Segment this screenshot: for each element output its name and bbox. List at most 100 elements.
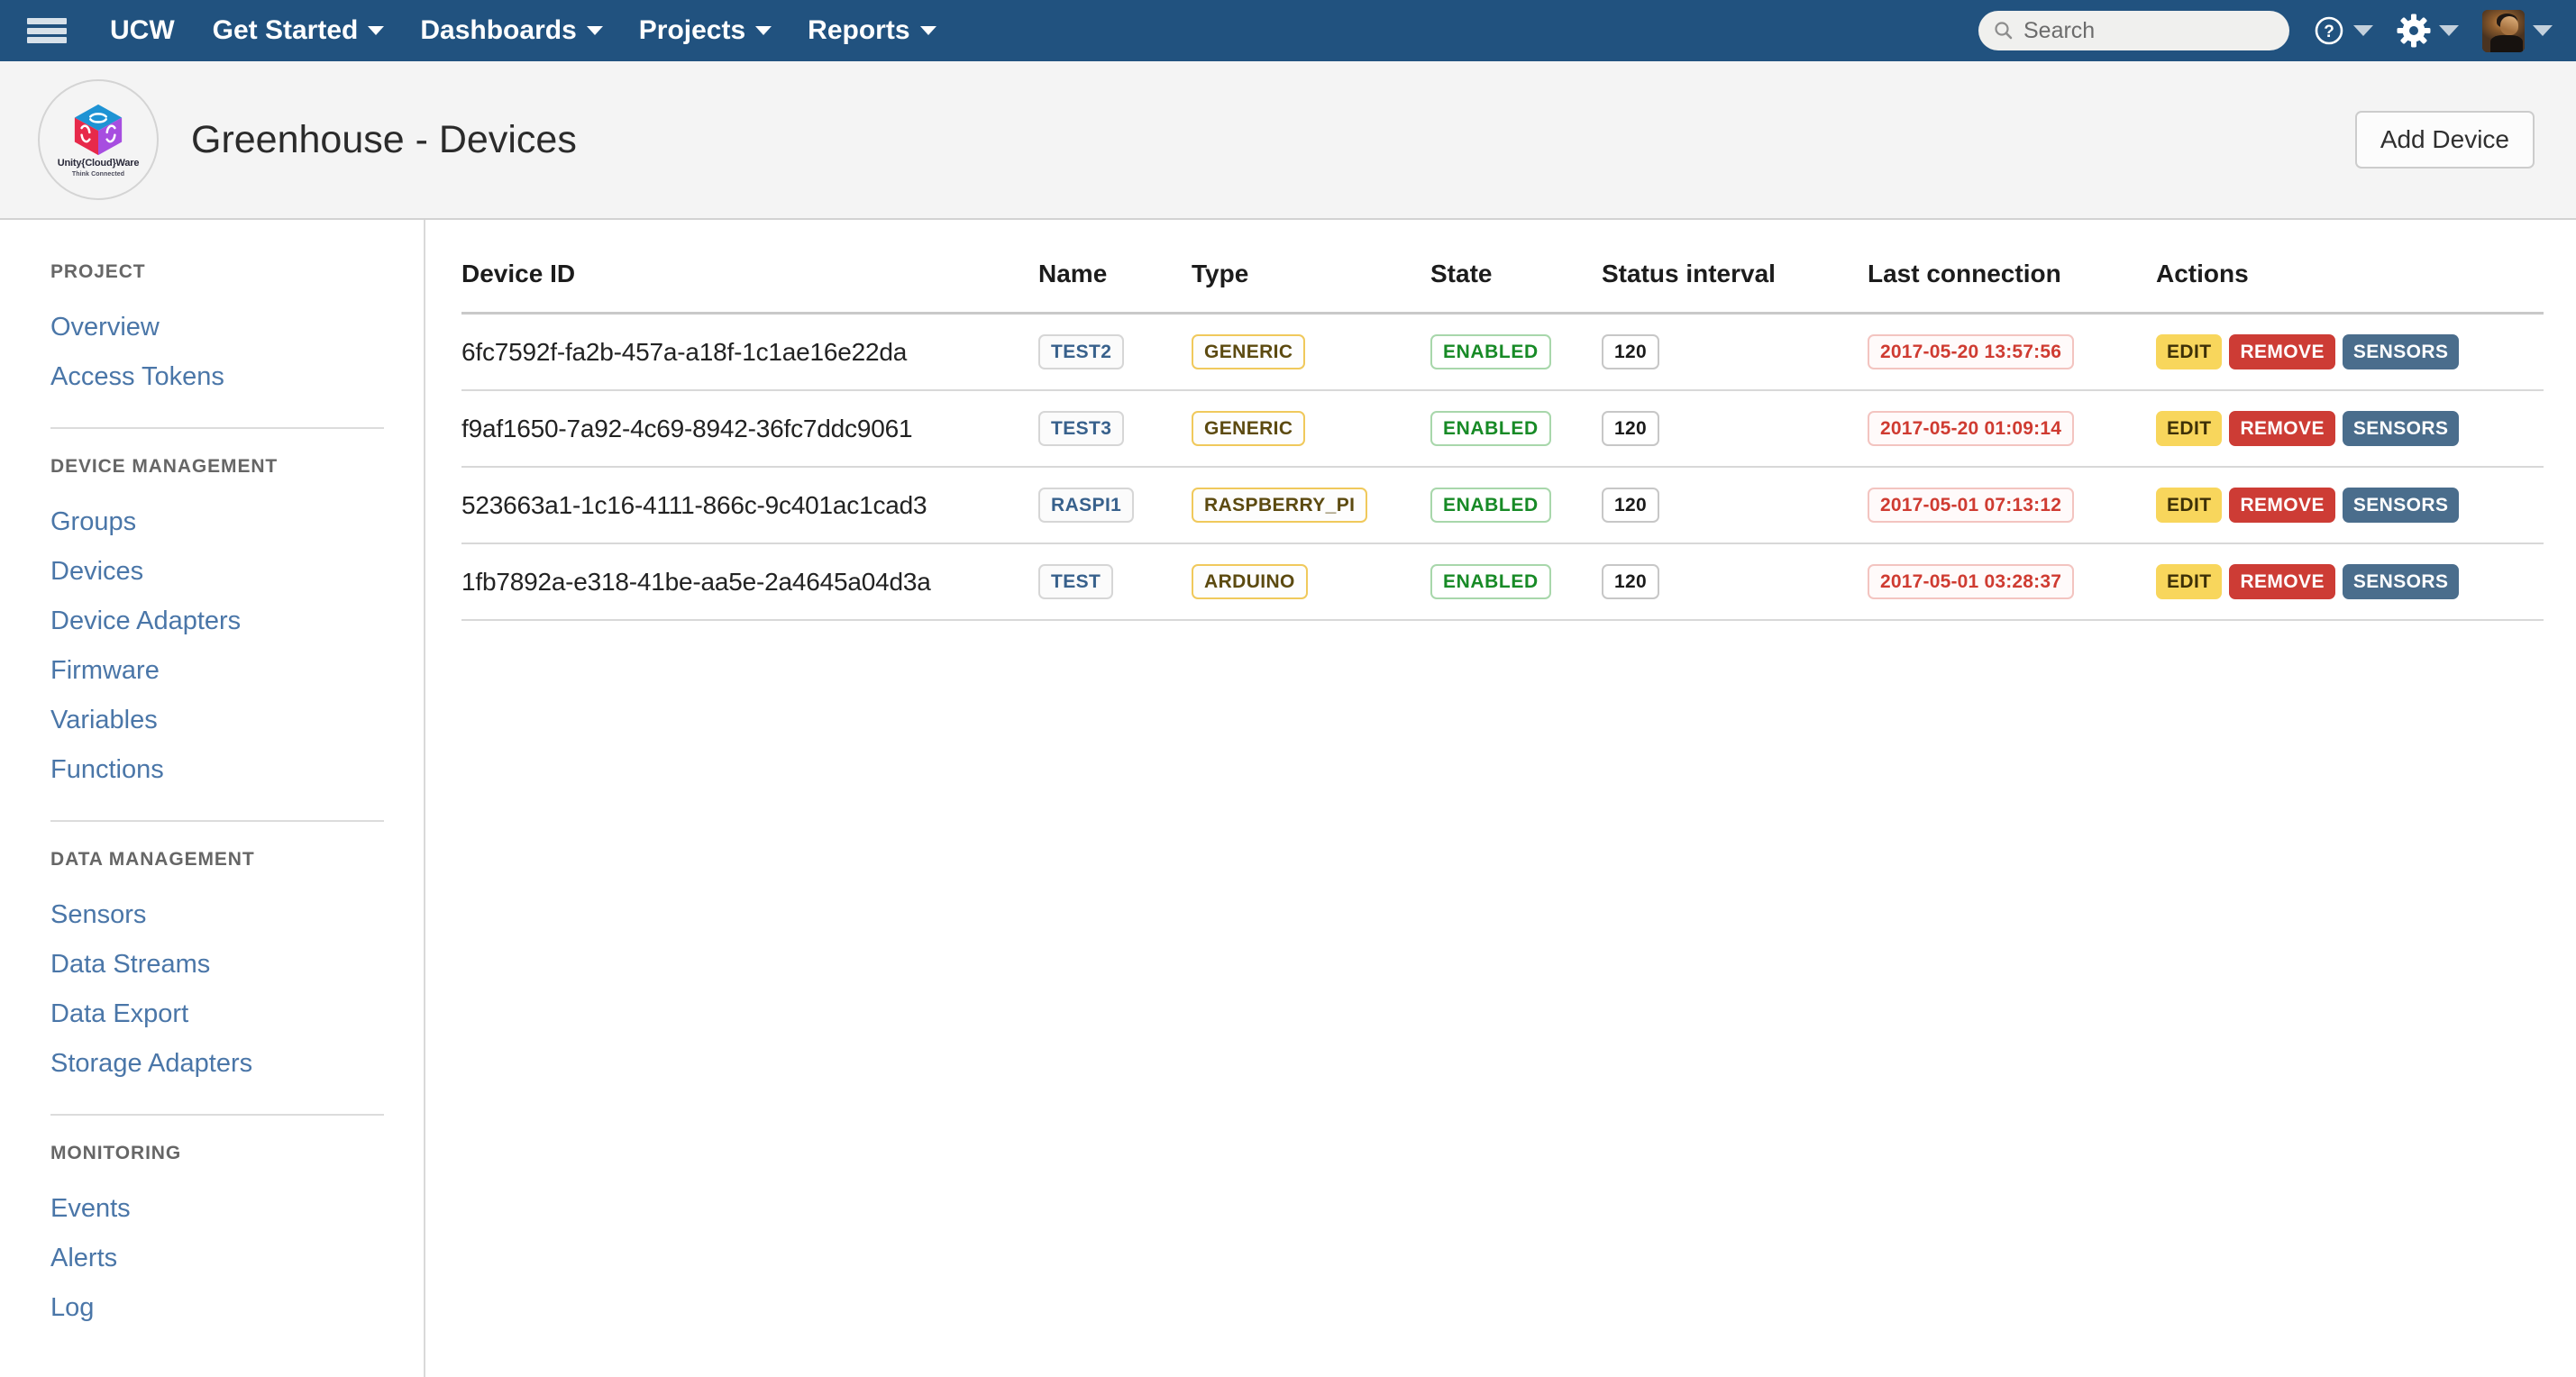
- remove-button[interactable]: REMOVE: [2229, 488, 2335, 523]
- name-badge: TEST3: [1038, 411, 1125, 446]
- cell-status-interval: 120: [1602, 390, 1868, 468]
- status-interval-badge: 120: [1602, 564, 1659, 599]
- nav-item-dashboards[interactable]: Dashboards: [420, 15, 603, 46]
- row-actions: EDIT REMOVE SENSORS: [2156, 411, 2544, 446]
- table-row: f9af1650-7a92-4c69-8942-36fc7ddc9061 TEST…: [461, 390, 2544, 468]
- remove-button[interactable]: REMOVE: [2229, 411, 2335, 446]
- edit-button[interactable]: EDIT: [2156, 488, 2223, 523]
- question-circle-icon: ?: [2315, 16, 2343, 45]
- cell-status-interval: 120: [1602, 543, 1868, 621]
- cell-last-connection: 2017-05-01 07:13:12: [1868, 467, 2156, 544]
- svg-text:?: ?: [2324, 23, 2334, 41]
- remove-button[interactable]: REMOVE: [2229, 334, 2335, 369]
- nav-item-projects[interactable]: Projects: [639, 15, 772, 46]
- cell-last-connection: 2017-05-01 03:28:37: [1868, 543, 2156, 621]
- sidebar-group-device-management: DEVICE MANAGEMENT Groups Devices Device …: [50, 456, 384, 822]
- sidebar-item-access-tokens[interactable]: Access Tokens: [50, 352, 384, 402]
- chevron-down-icon: [368, 26, 385, 35]
- settings-menu-button[interactable]: [2397, 14, 2459, 48]
- cell-state: ENABLED: [1430, 467, 1602, 544]
- type-badge: RASPBERRY_PI: [1192, 488, 1368, 523]
- sensors-button[interactable]: SENSORS: [2342, 488, 2460, 523]
- sidebar-item-storage-adapters[interactable]: Storage Adapters: [50, 1039, 384, 1089]
- sensors-button[interactable]: SENSORS: [2342, 564, 2460, 599]
- sidebar-section-title: DEVICE MANAGEMENT: [50, 456, 279, 477]
- chevron-down-icon: [919, 26, 936, 35]
- last-connection-badge: 2017-05-01 03:28:37: [1868, 564, 2075, 599]
- type-badge: ARDUINO: [1192, 564, 1308, 599]
- user-menu-button[interactable]: [2482, 9, 2553, 52]
- nav-item-label: Get Started: [212, 15, 359, 45]
- sidebar-item-groups[interactable]: Groups: [50, 497, 384, 547]
- row-actions: EDIT REMOVE SENSORS: [2156, 488, 2544, 523]
- brand-logo[interactable]: UCW: [110, 15, 175, 46]
- nav-item-label: Dashboards: [420, 15, 577, 45]
- cell-type: GENERIC: [1192, 313, 1430, 391]
- page-title: Greenhouse - Devices: [191, 117, 577, 161]
- column-header-actions: Actions: [2156, 260, 2544, 315]
- nav-item-label: Reports: [808, 15, 910, 45]
- devices-table: Device ID Name Type State Status interva…: [461, 260, 2544, 621]
- isometric-cube-logo: [74, 104, 123, 155]
- cell-type: RASPBERRY_PI: [1192, 467, 1430, 544]
- type-badge: GENERIC: [1192, 411, 1306, 446]
- logo-name: Unity{Cloud}Ware: [57, 157, 140, 169]
- cell-name: TEST: [1038, 543, 1192, 621]
- search-input[interactable]: [2023, 17, 2277, 44]
- help-menu-button[interactable]: ?: [2313, 14, 2373, 47]
- sidebar-item-variables[interactable]: Variables: [50, 696, 384, 745]
- sidebar-item-sensors[interactable]: Sensors: [50, 890, 384, 940]
- add-device-button[interactable]: Add Device: [2354, 111, 2535, 169]
- cell-state: ENABLED: [1430, 390, 1602, 468]
- sidebar-item-devices[interactable]: Devices: [50, 547, 384, 597]
- cell-device-id: 523663a1-1c16-4111-866c-9c401ac1cad3: [461, 467, 1038, 544]
- status-badge: ENABLED: [1430, 411, 1551, 446]
- sidebar-item-log[interactable]: Log: [50, 1283, 384, 1333]
- sidebar-item-firmware[interactable]: Firmware: [50, 646, 384, 696]
- sidebar-group-data-management: DATA MANAGEMENT Sensors Data Streams Dat…: [50, 849, 384, 1116]
- type-badge: GENERIC: [1192, 334, 1306, 369]
- edit-button[interactable]: EDIT: [2156, 334, 2223, 369]
- edit-button[interactable]: EDIT: [2156, 411, 2223, 446]
- sidebar-item-alerts[interactable]: Alerts: [50, 1234, 384, 1283]
- sidebar-item-events[interactable]: Events: [50, 1184, 384, 1234]
- remove-button[interactable]: REMOVE: [2229, 564, 2335, 599]
- sidebar-item-data-streams[interactable]: Data Streams: [50, 940, 384, 989]
- hamburger-icon[interactable]: [27, 15, 67, 46]
- sidebar-divider: [50, 1114, 384, 1116]
- avatar: [2482, 9, 2525, 52]
- sidebar-item-data-export[interactable]: Data Export: [50, 989, 384, 1039]
- primary-nav: Get Started Dashboards Projects Reports: [213, 15, 936, 46]
- sidebar-item-functions[interactable]: Functions: [50, 745, 384, 795]
- main-content: Device ID Name Type State Status interva…: [425, 220, 2576, 1377]
- row-actions: EDIT REMOVE SENSORS: [2156, 564, 2544, 599]
- cell-status-interval: 120: [1602, 467, 1868, 544]
- cell-device-id: 6fc7592f-fa2b-457a-a18f-1c1ae16e22da: [461, 313, 1038, 391]
- search-icon: [1995, 22, 2013, 40]
- top-navbar: UCW Get Started Dashboards Projects Repo…: [0, 0, 2576, 61]
- sidebar-group-monitoring: MONITORING Events Alerts Log: [50, 1143, 384, 1333]
- device-id-text: f9af1650-7a92-4c69-8942-36fc7ddc9061: [461, 414, 913, 442]
- project-logo: Unity{Cloud}Ware Think Connected: [38, 79, 159, 200]
- page-header: Unity{Cloud}Ware Think Connected Greenho…: [0, 61, 2576, 220]
- sidebar-item-overview[interactable]: Overview: [50, 303, 384, 352]
- status-interval-badge: 120: [1602, 334, 1659, 369]
- status-interval-badge: 120: [1602, 411, 1659, 446]
- nav-item-reports[interactable]: Reports: [808, 15, 936, 46]
- column-header-type: Type: [1192, 260, 1430, 315]
- edit-button[interactable]: EDIT: [2156, 564, 2223, 599]
- cell-device-id: f9af1650-7a92-4c69-8942-36fc7ddc9061: [461, 390, 1038, 468]
- column-header-device-id: Device ID: [461, 260, 1038, 315]
- column-header-last-connection: Last connection: [1868, 260, 2156, 315]
- chevron-down-icon: [2353, 25, 2373, 36]
- name-badge: RASPI1: [1038, 488, 1135, 523]
- sidebar-group-project: PROJECT Overview Access Tokens: [50, 261, 384, 429]
- nav-item-label: Projects: [638, 15, 746, 45]
- sensors-button[interactable]: SENSORS: [2342, 411, 2460, 446]
- gear-icon: [2397, 14, 2431, 48]
- nav-item-get-started[interactable]: Get Started: [213, 15, 385, 46]
- sidebar-item-device-adapters[interactable]: Device Adapters: [50, 597, 384, 646]
- cell-name: TEST3: [1038, 390, 1192, 468]
- sensors-button[interactable]: SENSORS: [2342, 334, 2460, 369]
- search-box[interactable]: [1978, 11, 2289, 50]
